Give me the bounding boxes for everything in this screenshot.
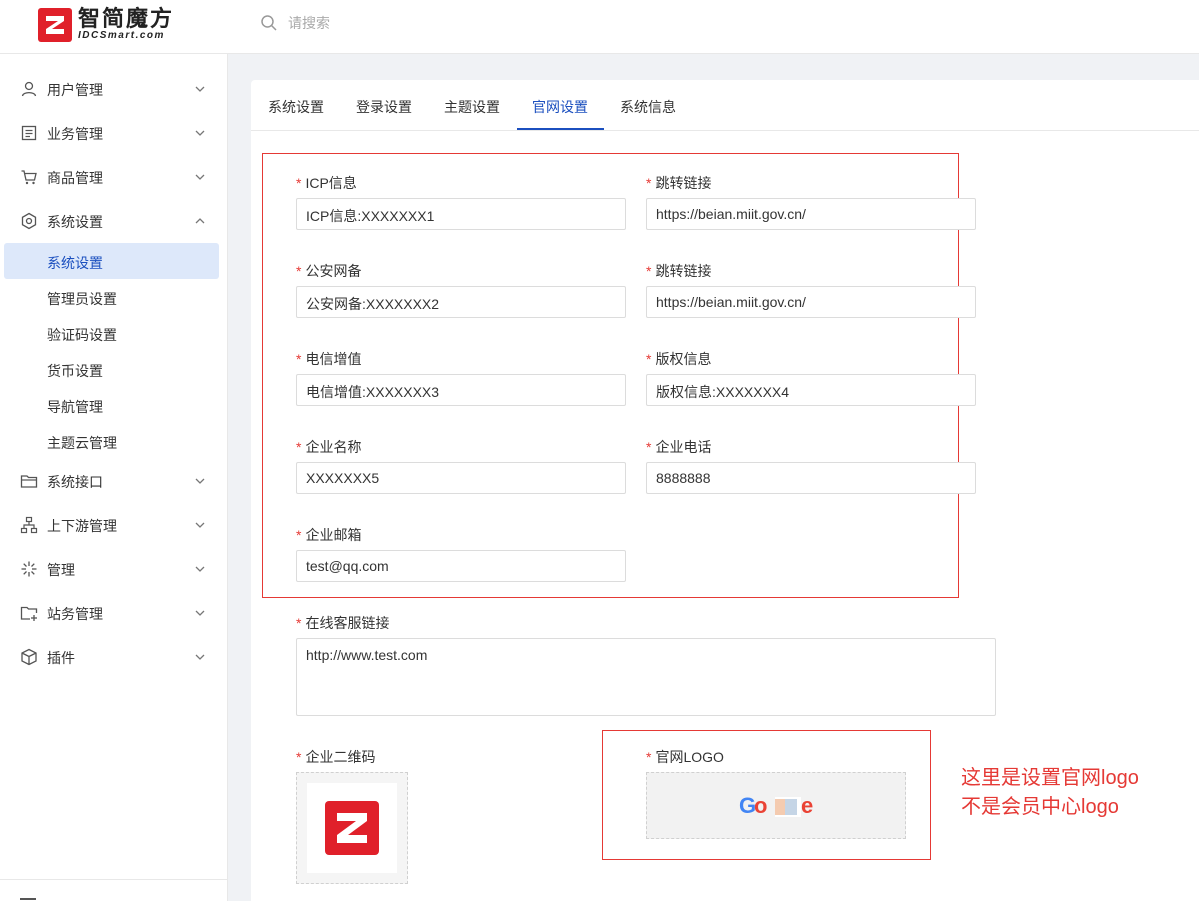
online-service-textarea[interactable]: http://www.test.com — [296, 638, 996, 716]
annotation-line-2: 不是会员中心logo — [961, 796, 1119, 818]
sidebar-subitem-currency-settings[interactable]: 货币设置 — [0, 351, 228, 387]
folder-plus-icon — [20, 606, 38, 621]
icp-link-label: * 跳转链接 — [646, 175, 712, 191]
chevron-up-icon — [195, 218, 205, 224]
sidebar-subitem-label: 验证码设置 — [47, 327, 117, 343]
police-record-label: * 公安网备 — [296, 263, 362, 279]
logo-title: 智简魔方 — [78, 6, 175, 31]
online-service-label: * 在线客服链接 — [296, 615, 390, 631]
sidebar-subitem-captcha-settings[interactable]: 验证码设置 — [0, 315, 228, 351]
chevron-down-icon — [195, 478, 205, 484]
sidebar: 用户管理 业务管理 商品管理 系统设置 系统设置 管理员设置 验证码设置 货币设… — [0, 54, 228, 901]
chevron-down-icon — [195, 654, 205, 660]
cart-icon — [21, 170, 37, 185]
sidebar-footer — [0, 879, 228, 900]
icp-link-input[interactable]: https://beian.miit.gov.cn/ — [646, 198, 976, 230]
company-phone-label: * 企业电话 — [646, 439, 712, 455]
active-tab-indicator — [517, 128, 604, 130]
collapse-menu-icon[interactable] — [20, 898, 36, 900]
telecom-label: * 电信增值 — [296, 351, 362, 367]
document-icon — [21, 125, 37, 141]
sidebar-item-upstream-downstream[interactable]: 上下游管理 — [0, 503, 228, 547]
chevron-down-icon — [195, 174, 205, 180]
annotation-note: 这里是设置官网logo 不是会员中心logo — [961, 764, 1139, 822]
cube-icon — [21, 648, 37, 666]
sidebar-item-label: 用户管理 — [47, 82, 103, 98]
icp-input[interactable]: ICP信息:XXXXXXX1 — [296, 198, 626, 230]
company-email-label: * 企业邮箱 — [296, 527, 362, 543]
copyright-label: * 版权信息 — [646, 351, 712, 367]
tab-system-settings[interactable]: 系统设置 — [268, 97, 324, 117]
sidebar-item-users[interactable]: 用户管理 — [0, 67, 228, 111]
police-record-input[interactable]: 公安网备:XXXXXXX2 — [296, 286, 626, 318]
user-icon — [21, 81, 37, 97]
sidebar-subitem-system-settings[interactable]: 系统设置 — [4, 243, 219, 279]
icp-label: * ICP信息 — [296, 175, 357, 191]
annotation-line-1: 这里是设置官网logo — [961, 767, 1139, 789]
sidebar-item-label: 系统设置 — [47, 214, 103, 230]
logo-mark-icon — [38, 8, 72, 42]
sidebar-item-plugins[interactable]: 插件 — [0, 635, 228, 679]
chevron-down-icon — [195, 566, 205, 572]
sidebar-item-label: 商品管理 — [47, 170, 103, 186]
chevron-down-icon — [195, 610, 205, 616]
website-logo-upload[interactable]: G o e — [646, 772, 906, 839]
top-header: 智简魔方 IDCSmart.com 请搜索 — [0, 0, 1199, 54]
chevron-down-icon — [195, 130, 205, 136]
sidebar-item-system-settings[interactable]: 系统设置 — [0, 199, 228, 243]
svg-text:o: o — [754, 793, 767, 818]
chevron-down-icon — [195, 86, 205, 92]
settings-tabs: 系统设置 登录设置 主题设置 官网设置 系统信息 — [251, 80, 1199, 131]
search-icon — [261, 15, 277, 31]
police-link-label: * 跳转链接 — [646, 263, 712, 279]
telecom-input[interactable]: 电信增值:XXXXXXX3 — [296, 374, 626, 406]
tab-login-settings[interactable]: 登录设置 — [356, 97, 412, 117]
tab-theme-settings[interactable]: 主题设置 — [444, 97, 500, 117]
brand-logo-icon — [325, 801, 379, 855]
sidebar-item-label: 插件 — [47, 650, 75, 666]
app-logo[interactable]: 智简魔方 IDCSmart.com — [38, 8, 174, 42]
settings-icon — [21, 212, 37, 230]
search-input[interactable]: 请搜索 — [288, 13, 330, 33]
qrcode-image — [307, 783, 397, 873]
folder-icon — [20, 475, 38, 488]
sidebar-item-label: 站务管理 — [47, 606, 103, 622]
sidebar-subitem-label: 导航管理 — [47, 399, 103, 415]
qrcode-upload[interactable] — [296, 772, 408, 884]
company-name-label: * 企业名称 — [296, 439, 362, 455]
sidebar-subitem-label: 系统设置 — [47, 255, 103, 271]
sidebar-subitem-theme-cloud[interactable]: 主题云管理 — [0, 423, 228, 459]
sidebar-item-label: 系统接口 — [47, 474, 103, 490]
svg-text:e: e — [801, 793, 813, 818]
logo-subtitle: IDCSmart.com — [78, 30, 165, 41]
tab-system-info[interactable]: 系统信息 — [620, 97, 676, 117]
website-logo-label: * 官网LOGO — [646, 749, 724, 765]
global-search[interactable]: 请搜索 — [260, 13, 330, 33]
chevron-down-icon — [195, 522, 205, 528]
sparkle-icon — [21, 561, 37, 577]
company-name-input[interactable]: XXXXXXX5 — [296, 462, 626, 494]
hierarchy-icon — [20, 516, 38, 534]
sidebar-item-business[interactable]: 业务管理 — [0, 111, 228, 155]
sidebar-subitem-label: 主题云管理 — [47, 435, 117, 451]
sidebar-subitem-label: 货币设置 — [47, 363, 103, 379]
police-link-input[interactable]: https://beian.miit.gov.cn/ — [646, 286, 976, 318]
sidebar-item-system-interface[interactable]: 系统接口 — [0, 459, 228, 503]
company-email-input[interactable]: test@qq.com — [296, 550, 626, 582]
sidebar-item-label: 上下游管理 — [47, 518, 117, 534]
sidebar-subitem-label: 管理员设置 — [47, 291, 117, 307]
copyright-input[interactable]: 版权信息:XXXXXXX4 — [646, 374, 976, 406]
sidebar-item-management[interactable]: 管理 — [0, 547, 228, 591]
sidebar-subitem-navigation[interactable]: 导航管理 — [0, 387, 228, 423]
sidebar-subitem-admin-settings[interactable]: 管理员设置 — [0, 279, 228, 315]
company-qrcode-label: * 企业二维码 — [296, 749, 376, 765]
sidebar-item-site-affairs[interactable]: 站务管理 — [0, 591, 228, 635]
sidebar-item-label: 业务管理 — [47, 126, 103, 142]
website-logo-image: G o e — [739, 793, 813, 818]
company-phone-input[interactable]: 8888888 — [646, 462, 976, 494]
sidebar-item-label: 管理 — [47, 562, 75, 578]
sidebar-item-products[interactable]: 商品管理 — [0, 155, 228, 199]
tab-website-settings[interactable]: 官网设置 — [532, 97, 588, 117]
